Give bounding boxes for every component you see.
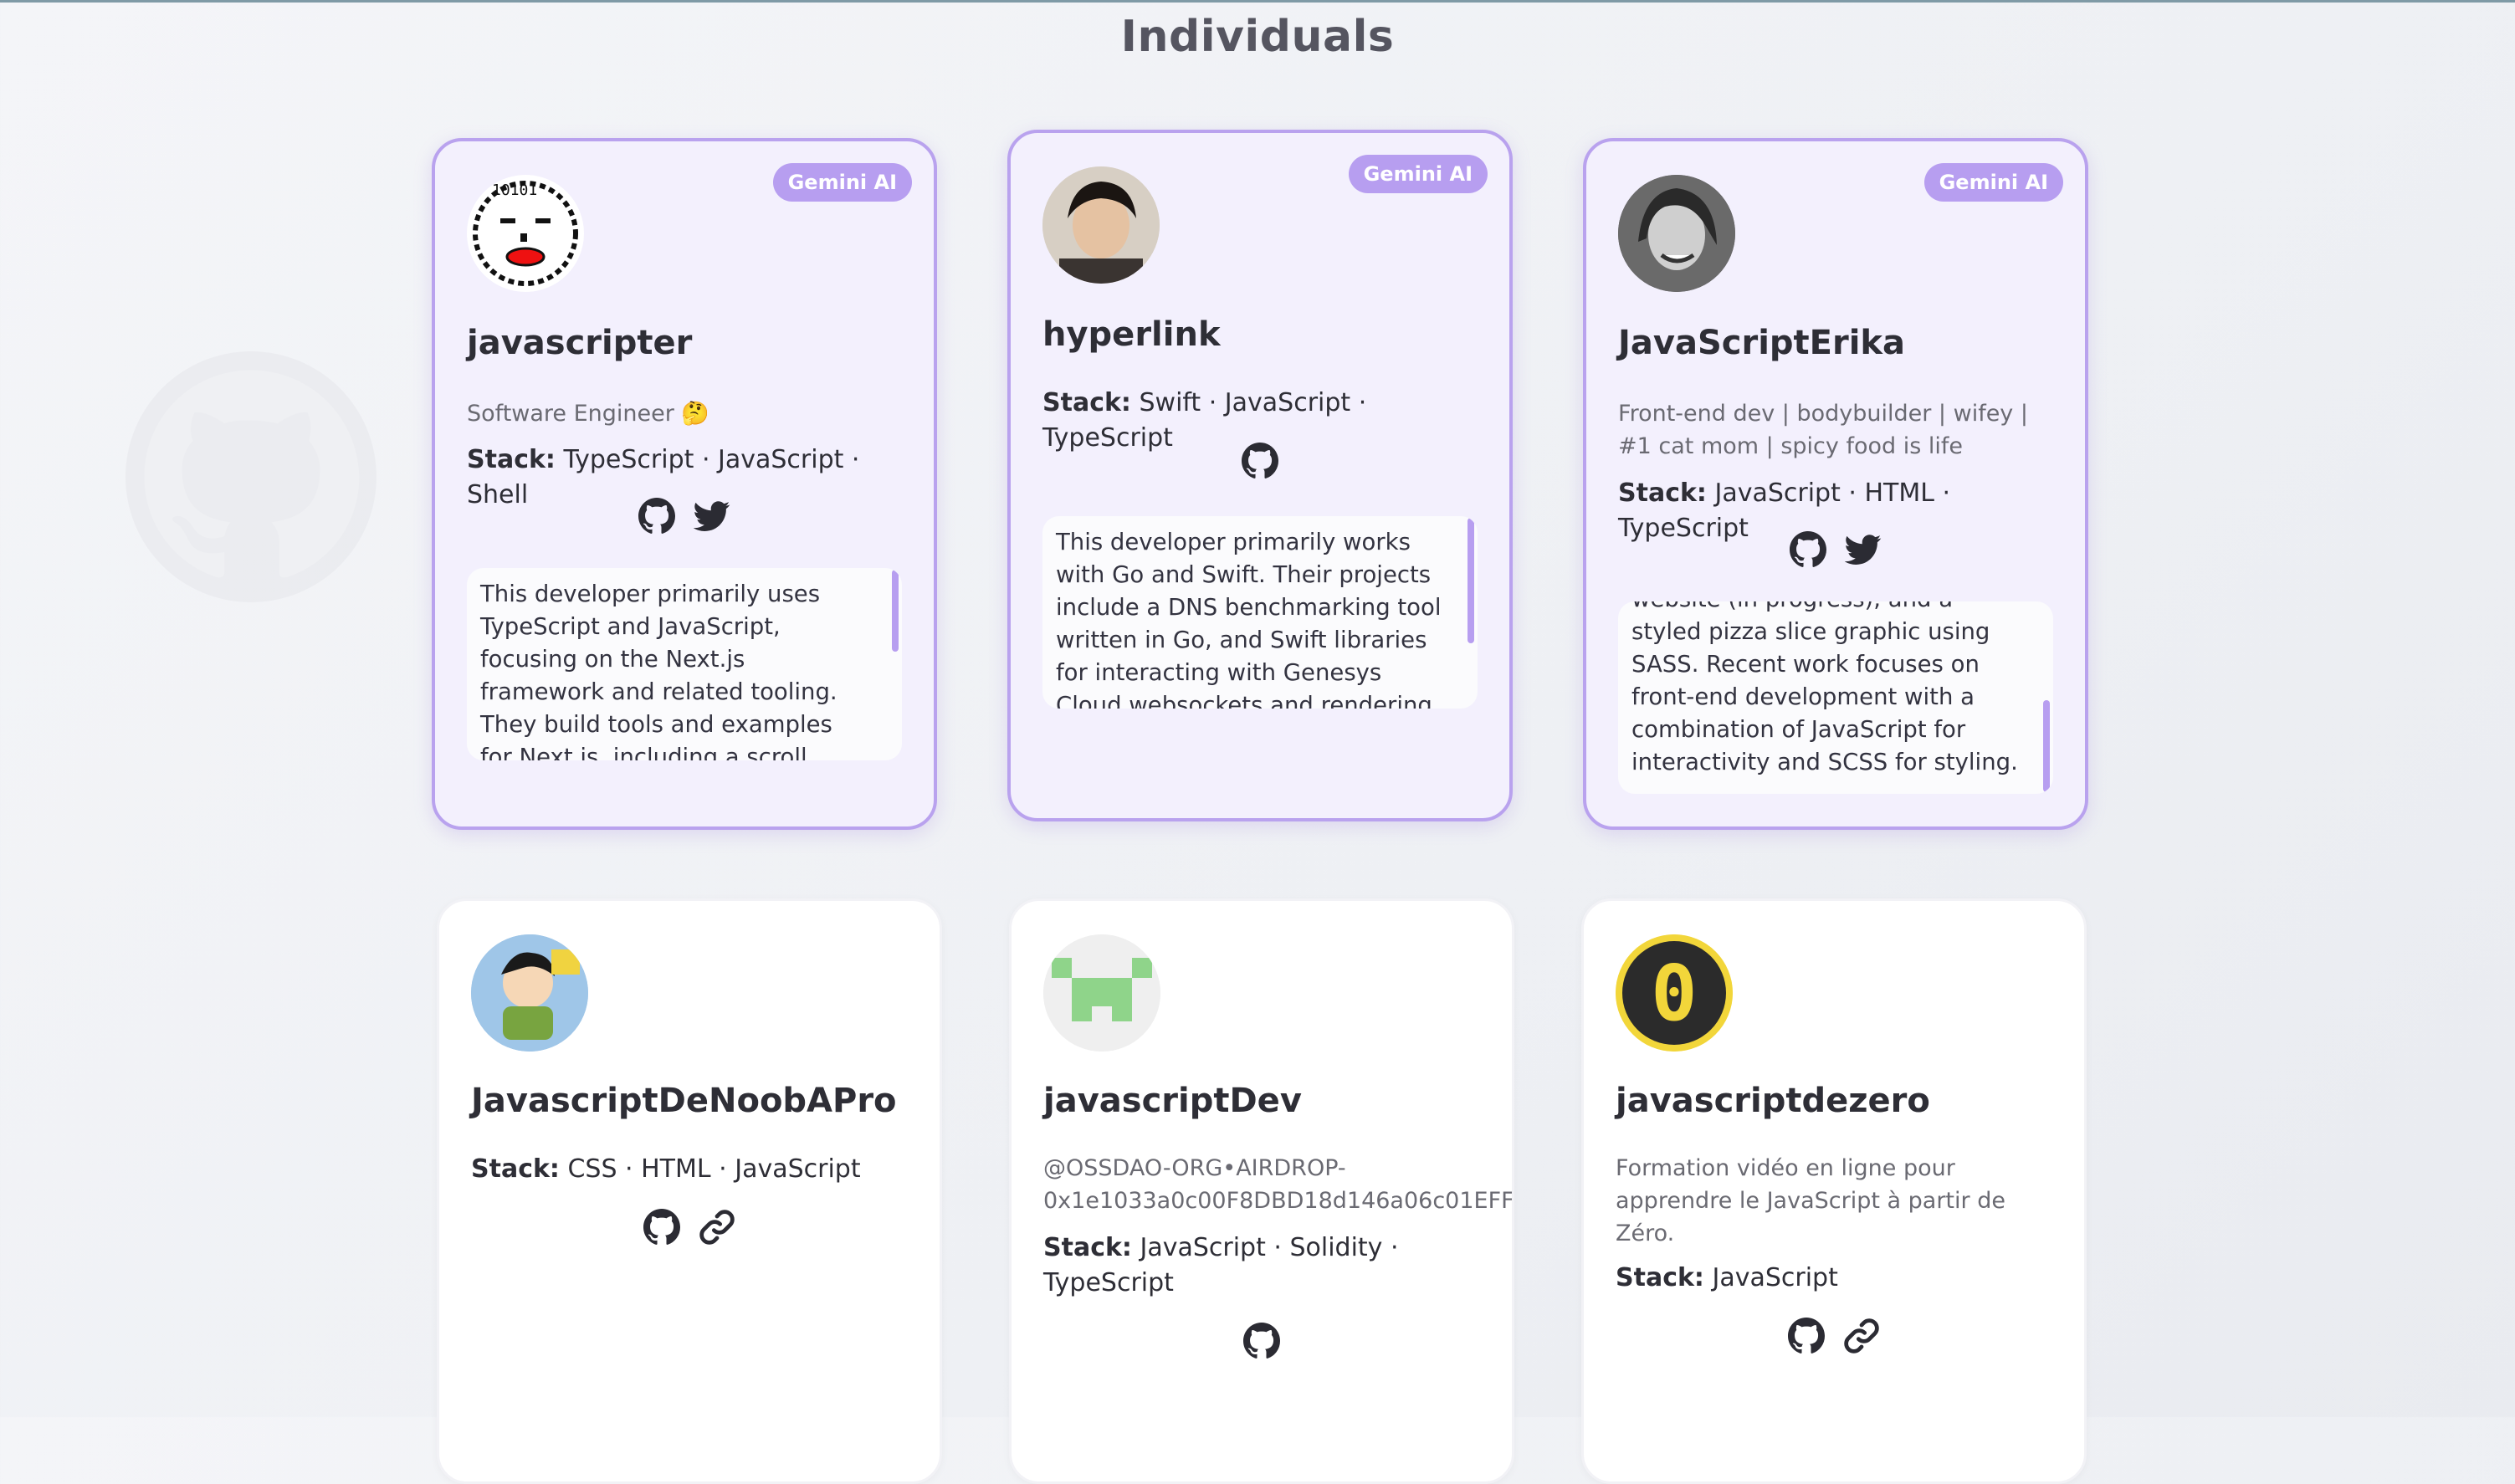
developer-card-hyperlink[interactable]: Gemini AI hyperlink Stack: Swift · JavaS… bbox=[1007, 130, 1513, 821]
ai-summary[interactable]: This developer primarily uses TypeScript… bbox=[467, 568, 902, 760]
developer-bio: @OSSDAO-ORG•AIRDROP- 0x1e1033a0c00F8DBD1… bbox=[1043, 1152, 1512, 1217]
gemini-ai-badge: Gemini AI bbox=[1923, 163, 2063, 202]
stack-label: Stack: bbox=[471, 1154, 560, 1184]
social-links bbox=[1586, 531, 2085, 568]
developer-name[interactable]: javascriptdezero bbox=[1616, 1082, 1930, 1120]
stack-label: Stack: bbox=[1616, 1263, 1704, 1292]
social-links bbox=[1012, 1323, 1512, 1359]
social-links bbox=[439, 1209, 940, 1246]
developer-card-javascripterika[interactable]: Gemini AI JavaScriptErika Front-end dev … bbox=[1583, 138, 2088, 830]
developer-card-javascriptdev[interactable]: javascriptDev @OSSDAO-ORG•AIRDROP- 0x1e1… bbox=[1009, 898, 1514, 1484]
github-icon[interactable] bbox=[1790, 531, 1826, 568]
stack-values-cont: TypeScript bbox=[1043, 1268, 1174, 1297]
summary-scrollbar[interactable] bbox=[1468, 518, 1474, 643]
stack-label: Stack: bbox=[1043, 1233, 1132, 1262]
stack-label: Stack: bbox=[1618, 478, 1707, 508]
link-icon[interactable] bbox=[699, 1209, 735, 1246]
stack-list: Stack: JavaScript · Solidity · TypeScrip… bbox=[1043, 1231, 1492, 1301]
developer-card-javascriptdenoobapro[interactable]: JavascriptDeNoobAPro Stack: CSS · HTML ·… bbox=[437, 898, 942, 1484]
stack-values: JavaScript bbox=[1712, 1263, 1838, 1292]
svg-text:0: 0 bbox=[1651, 949, 1697, 1038]
avatar[interactable] bbox=[1043, 934, 1160, 1052]
developer-bio: Front-end dev | bodybuilder | wifey | #1… bbox=[1618, 401, 2028, 459]
developer-bio: Software Engineer 🤔 bbox=[467, 401, 710, 427]
stack-list: Stack: CSS · HTML · JavaScript bbox=[471, 1152, 919, 1187]
github-icon[interactable] bbox=[1243, 1323, 1280, 1359]
github-watermark-icon bbox=[125, 351, 376, 602]
developer-bio: Formation vidéo en ligne pour apprendre … bbox=[1616, 1155, 2005, 1246]
twitter-icon[interactable] bbox=[694, 498, 730, 535]
avatar[interactable] bbox=[471, 934, 588, 1052]
svg-text:10101: 10101 bbox=[492, 182, 537, 199]
avatar[interactable] bbox=[1618, 175, 1735, 292]
social-links bbox=[1011, 443, 1509, 479]
bio-line: 0x1e1033a0c00F8DBD18d146a06c01EFF332b2 bbox=[1043, 1188, 1514, 1214]
github-icon[interactable] bbox=[638, 498, 675, 535]
github-icon[interactable] bbox=[1242, 443, 1278, 479]
developer-card-javascripter[interactable]: Gemini AI 10101 javascripter Software En… bbox=[432, 138, 937, 830]
stack-values: CSS · HTML · JavaScript bbox=[567, 1154, 861, 1184]
summary-scrollbar[interactable] bbox=[892, 570, 899, 652]
stack-label: Stack: bbox=[467, 445, 556, 474]
section-title: Individuals bbox=[1120, 12, 1395, 62]
stack-label: Stack: bbox=[1042, 388, 1131, 417]
developer-name[interactable]: JavascriptDeNoobAPro bbox=[471, 1082, 897, 1120]
developer-name[interactable]: javascriptDev bbox=[1043, 1082, 1302, 1120]
developer-name[interactable]: javascripter bbox=[467, 324, 692, 362]
developer-name[interactable]: JavaScriptErika bbox=[1618, 324, 1905, 362]
avatar[interactable]: 0 bbox=[1616, 934, 1733, 1052]
bio-line: @OSSDAO-ORG•AIRDROP- bbox=[1043, 1155, 1346, 1181]
gemini-ai-badge: Gemini AI bbox=[1348, 155, 1488, 193]
ai-summary-text: website (in progress), and a styled pizz… bbox=[1631, 601, 2018, 775]
link-icon[interactable] bbox=[1843, 1318, 1880, 1354]
avatar[interactable] bbox=[1042, 166, 1160, 284]
github-icon[interactable] bbox=[1788, 1318, 1825, 1354]
stack-list: Stack: JavaScript bbox=[1616, 1261, 2064, 1296]
social-links bbox=[1584, 1318, 2084, 1354]
summary-scrollbar[interactable] bbox=[2043, 700, 2050, 792]
ai-summary-text: This developer primarily works with Go a… bbox=[1056, 529, 1442, 709]
ai-summary[interactable]: website (in progress), and a styled pizz… bbox=[1618, 601, 2053, 794]
gemini-ai-badge: Gemini AI bbox=[772, 163, 912, 202]
ai-summary[interactable]: This developer primarily works with Go a… bbox=[1042, 516, 1478, 709]
avatar[interactable]: 10101 bbox=[467, 175, 584, 292]
stack-values: JavaScript · Solidity · bbox=[1140, 1233, 1399, 1262]
top-border bbox=[0, 0, 2515, 3]
social-links bbox=[435, 498, 934, 535]
twitter-icon[interactable] bbox=[1845, 531, 1882, 568]
developer-card-javascriptdezero[interactable]: 0 javascriptdezero Formation vidéo en li… bbox=[1581, 898, 2087, 1484]
github-icon[interactable] bbox=[643, 1209, 680, 1246]
developer-name[interactable]: hyperlink bbox=[1042, 315, 1221, 354]
ai-summary-text: This developer primarily uses TypeScript… bbox=[480, 581, 837, 760]
